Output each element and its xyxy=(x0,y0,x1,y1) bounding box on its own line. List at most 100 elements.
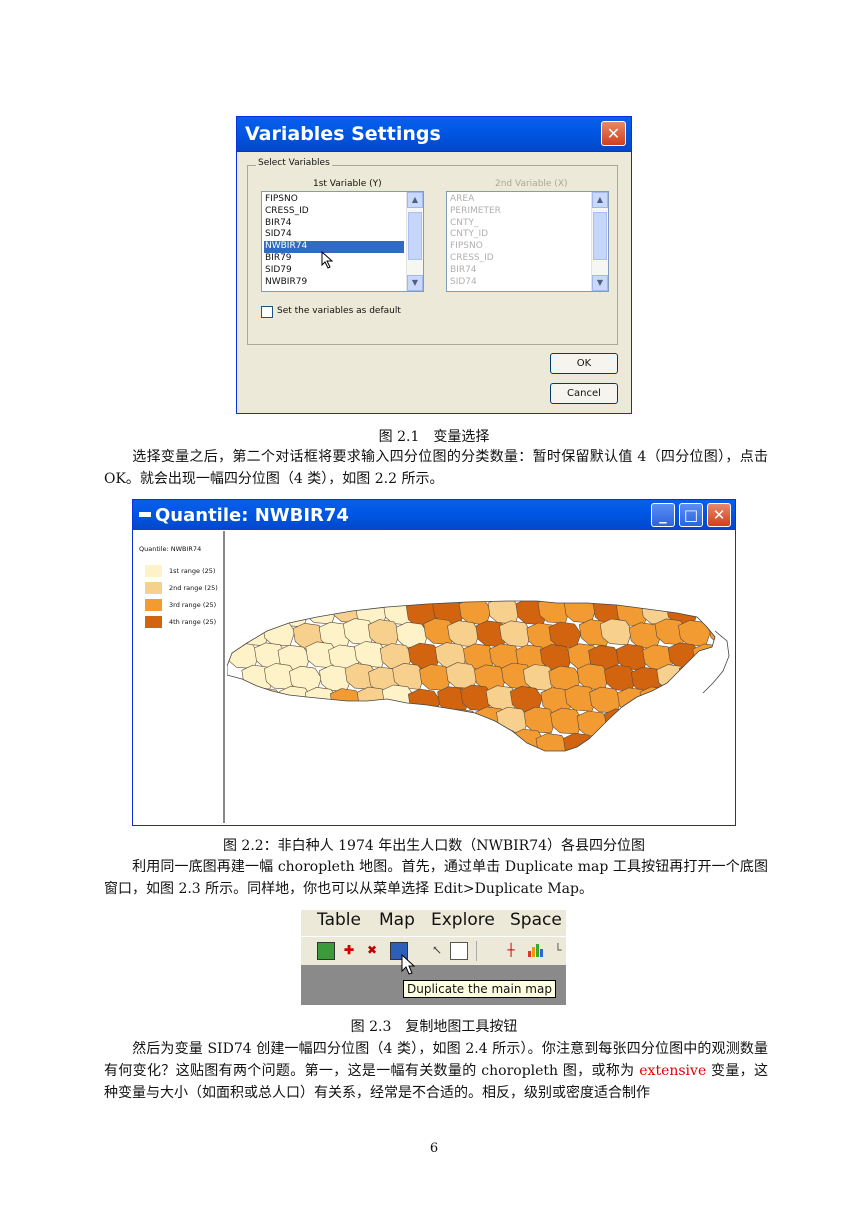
county-polygon[interactable] xyxy=(227,685,261,713)
scrollbar[interactable]: ▲ ▼ xyxy=(591,192,608,291)
list-item[interactable]: FIPSNO xyxy=(264,194,404,206)
list-item[interactable]: SID74 xyxy=(264,229,404,241)
add-layer-icon[interactable]: ✚ xyxy=(341,942,357,958)
legend-item[interactable]: 3rd range (25) xyxy=(145,599,216,611)
scroll-up-icon[interactable]: ▲ xyxy=(592,192,608,208)
county-polygon[interactable] xyxy=(666,729,700,756)
county-polygon[interactable] xyxy=(708,706,733,734)
county-polygon[interactable] xyxy=(655,753,687,779)
county-polygon[interactable] xyxy=(262,619,296,647)
county-polygon[interactable] xyxy=(523,706,557,734)
county-polygon[interactable] xyxy=(605,754,637,780)
county-polygon[interactable] xyxy=(227,599,260,626)
county-polygon[interactable] xyxy=(669,684,703,712)
county-polygon[interactable] xyxy=(731,667,733,693)
minimize-icon[interactable]: _ xyxy=(651,503,675,527)
default-checkbox[interactable] xyxy=(261,306,273,318)
scroll-up-icon[interactable]: ▲ xyxy=(407,192,423,208)
county-polygon[interactable] xyxy=(381,732,415,759)
county-polygon[interactable] xyxy=(563,597,597,624)
county-polygon[interactable] xyxy=(276,601,309,628)
first-variable-list[interactable]: FIPSNO CRESS_ID BIR74 SID74 NWBIR74 BIR7… xyxy=(261,191,424,292)
county-polygon[interactable] xyxy=(591,730,625,757)
county-polygon[interactable] xyxy=(626,754,658,780)
ok-button[interactable]: OK xyxy=(550,353,618,374)
maximize-icon[interactable]: □ xyxy=(679,503,703,527)
county-polygon[interactable] xyxy=(721,601,733,627)
menu-explore[interactable]: Explore xyxy=(431,910,495,930)
county-polygon[interactable] xyxy=(238,750,272,777)
county-polygon[interactable] xyxy=(461,731,494,758)
legend-item[interactable]: 4th range (25) xyxy=(145,616,216,628)
county-polygon[interactable] xyxy=(604,664,637,692)
county-polygon[interactable] xyxy=(708,618,733,646)
scroll-thumb[interactable] xyxy=(408,212,422,260)
county-polygon[interactable] xyxy=(704,750,733,777)
scroll-down-icon[interactable]: ▼ xyxy=(407,275,423,291)
scroll-thumb[interactable] xyxy=(593,212,607,260)
copy-icon[interactable] xyxy=(450,942,468,960)
county-polygon[interactable] xyxy=(341,710,375,738)
county-polygon[interactable] xyxy=(317,750,351,777)
scatterplot-icon[interactable]: └ xyxy=(550,942,566,958)
county-polygon[interactable] xyxy=(680,752,712,778)
county-polygon[interactable] xyxy=(697,598,730,625)
county-polygon[interactable] xyxy=(721,642,733,668)
county-polygon[interactable] xyxy=(709,663,733,691)
cancel-button[interactable]: Cancel xyxy=(550,383,618,404)
county-polygon[interactable] xyxy=(314,709,347,737)
boxplot-icon[interactable]: ┼ xyxy=(503,942,519,958)
legend-item[interactable]: 1st range (25) xyxy=(145,565,215,577)
scrollbar[interactable]: ▲ ▼ xyxy=(406,192,423,291)
county-polygon[interactable] xyxy=(643,728,677,755)
county-polygon[interactable] xyxy=(472,755,504,781)
county-polygon[interactable] xyxy=(249,730,283,757)
county-polygon[interactable] xyxy=(279,685,313,713)
list-item[interactable]: NWBIR79 xyxy=(264,277,404,289)
county-polygon[interactable] xyxy=(678,710,712,737)
list-item[interactable]: BIR74 xyxy=(264,218,404,230)
county-polygon[interactable] xyxy=(656,706,690,734)
menu-map[interactable]: Map xyxy=(379,910,415,930)
menu-table[interactable]: Table xyxy=(317,910,361,930)
choropleth-map[interactable] xyxy=(227,531,733,822)
histogram-icon[interactable] xyxy=(527,942,543,958)
county-polygon[interactable] xyxy=(266,709,299,736)
county-polygon[interactable] xyxy=(410,730,444,757)
county-polygon[interactable] xyxy=(304,686,338,714)
county-polygon[interactable] xyxy=(577,752,609,778)
county-polygon[interactable] xyxy=(730,709,733,735)
county-polygon[interactable] xyxy=(290,755,322,781)
county-polygon[interactable] xyxy=(627,709,660,736)
county-polygon[interactable] xyxy=(367,619,401,646)
county-polygon[interactable] xyxy=(527,755,559,781)
county-polygon[interactable] xyxy=(422,752,454,778)
county-polygon[interactable] xyxy=(397,752,429,778)
county-polygon[interactable] xyxy=(445,662,479,689)
county-polygon[interactable] xyxy=(719,730,733,756)
county-polygon[interactable] xyxy=(250,687,284,715)
remove-layer-icon[interactable]: ✖ xyxy=(364,942,380,958)
county-polygon[interactable] xyxy=(447,620,480,648)
county-polygon[interactable] xyxy=(227,731,260,758)
county-polygon[interactable] xyxy=(723,685,733,711)
county-polygon[interactable] xyxy=(240,711,274,738)
county-polygon[interactable] xyxy=(667,642,701,670)
county-polygon[interactable] xyxy=(391,707,425,735)
scroll-down-icon[interactable]: ▼ xyxy=(592,275,608,291)
county-polygon[interactable] xyxy=(342,753,374,779)
county-polygon[interactable] xyxy=(328,732,361,759)
select-icon[interactable]: ↖ xyxy=(429,942,445,958)
county-polygons[interactable] xyxy=(227,597,733,782)
county-polygon[interactable] xyxy=(678,662,712,690)
county-polygon[interactable] xyxy=(691,729,724,756)
county-polygon[interactable] xyxy=(227,642,260,669)
county-polygon[interactable] xyxy=(370,754,402,780)
county-polygon[interactable] xyxy=(304,731,337,758)
county-polygon[interactable] xyxy=(535,733,569,759)
close-icon[interactable]: ✕ xyxy=(707,503,731,527)
county-polygon[interactable] xyxy=(604,708,637,736)
county-polygon[interactable] xyxy=(639,686,673,714)
county-polygon[interactable] xyxy=(278,728,312,755)
legend-item[interactable]: 2nd range (25) xyxy=(145,582,218,594)
